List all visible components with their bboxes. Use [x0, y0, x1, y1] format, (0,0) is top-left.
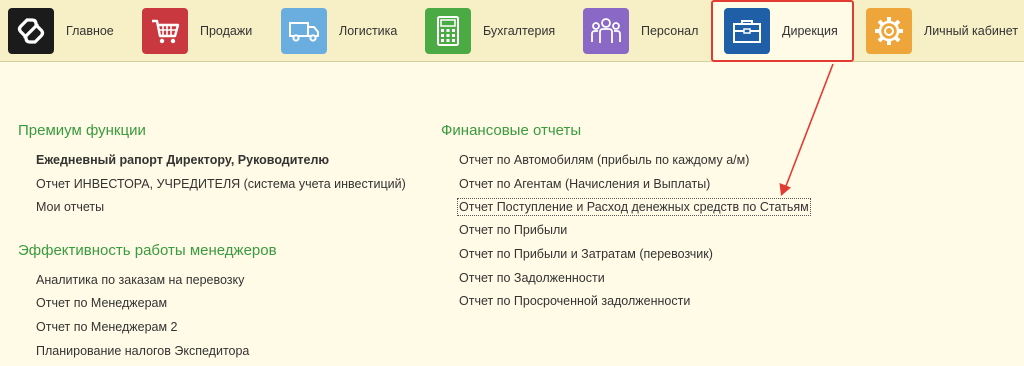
nav-label-personnel: Персонал [641, 24, 699, 38]
section-title-finance: Финансовые отчеты [441, 122, 582, 139]
nav-label-logistics: Логистика [339, 24, 398, 38]
cart-icon [142, 8, 188, 54]
nav-label-main: Главное [66, 24, 114, 38]
link-managers-report-2[interactable]: Отчет по Менеджерам 2 [36, 320, 178, 334]
link-daily-report[interactable]: Ежедневный рапорт Директору, Руководител… [36, 153, 329, 167]
link-managers-report[interactable]: Отчет по Менеджерам [36, 296, 167, 310]
nav-item-logistics[interactable]: Логистика [281, 0, 397, 62]
link-profit-report[interactable]: Отчет по Прибыли [459, 223, 567, 237]
link-tax-planning[interactable]: Планирование налогов Экспедитора [36, 344, 249, 358]
link-vehicles-report[interactable]: Отчет по Автомобилям (прибыль по каждому… [459, 153, 749, 167]
truck-icon [281, 8, 327, 54]
nav-item-sales[interactable]: Продажи [142, 0, 252, 62]
section-title-premium: Премиум функции [18, 122, 146, 139]
briefcase-icon [724, 8, 770, 54]
nav-label-management: Дирекция [782, 24, 838, 38]
people-icon [583, 8, 629, 54]
gear-icon [866, 8, 912, 54]
nav-label-accounting: Бухгалтерия [483, 24, 556, 38]
nav-label-sales: Продажи [200, 24, 253, 38]
link-debt-report[interactable]: Отчет по Задолженности [459, 271, 605, 285]
link-agents-report[interactable]: Отчет по Агентам (Начисления и Выплаты) [459, 177, 710, 191]
nav-item-account[interactable]: Личный кабинет [866, 0, 1018, 62]
calculator-icon [425, 8, 471, 54]
link-overdue-debt-report[interactable]: Отчет по Просроченной задолженности [459, 294, 690, 308]
section-title-managers: Эффективность работы менеджеров [18, 242, 277, 259]
link-profit-costs-report[interactable]: Отчет по Прибыли и Затратам (перевозчик) [459, 247, 713, 261]
link-cashflow-report[interactable]: Отчет Поступление и Расход денежных сред… [457, 198, 811, 216]
link-investor-report[interactable]: Отчет ИНВЕСТОРА, УЧРЕДИТЕЛЯ (система уче… [36, 177, 406, 191]
nav-label-account: Личный кабинет [924, 24, 1019, 38]
nav-item-main[interactable]: Главное [8, 0, 114, 62]
top-navigation-bar: Главное Продажи Логистика Бухгалтерия Пе… [0, 0, 1024, 62]
logo-icon [8, 8, 54, 54]
nav-item-personnel[interactable]: Персонал [583, 0, 698, 62]
link-my-reports[interactable]: Мои отчеты [36, 200, 104, 214]
link-orders-analytics[interactable]: Аналитика по заказам на перевозку [36, 273, 244, 287]
nav-item-accounting[interactable]: Бухгалтерия [425, 0, 555, 62]
nav-item-management[interactable]: Дирекция [724, 0, 838, 62]
